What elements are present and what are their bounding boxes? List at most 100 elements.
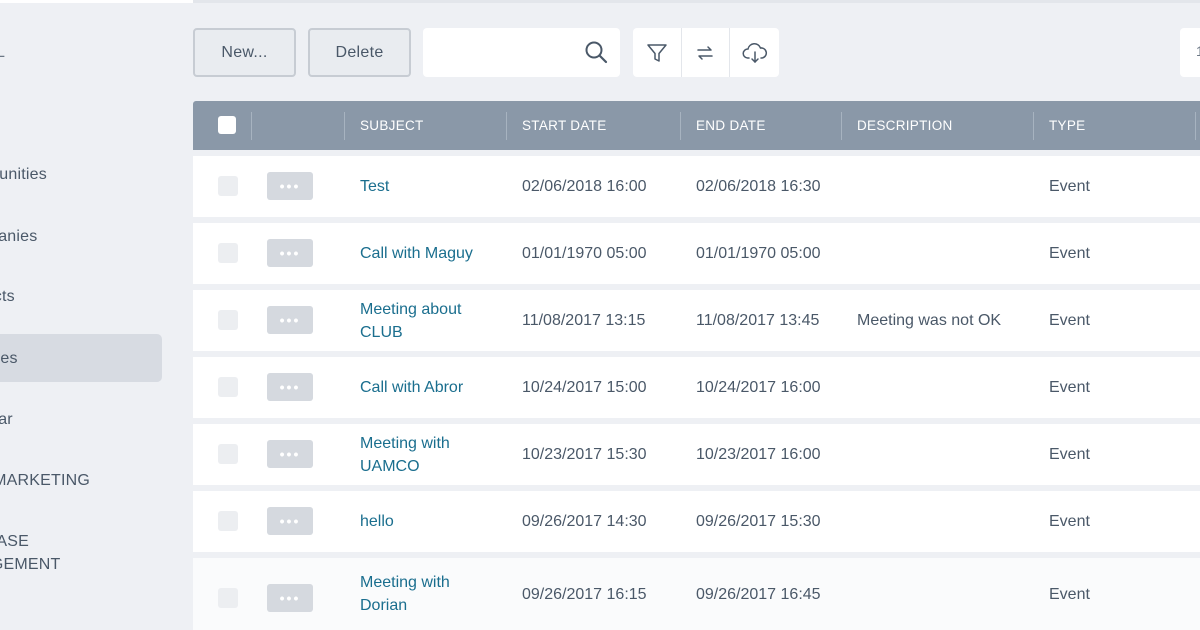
list-tools xyxy=(633,28,779,77)
cell-type: Event xyxy=(1049,446,1090,463)
cell-subject[interactable]: Test xyxy=(360,156,389,217)
cell-start-date: 09/26/2017 14:30 xyxy=(522,513,647,530)
subject-line2[interactable]: UAMCO xyxy=(360,455,450,478)
column-header-subject[interactable]: SUBJECT xyxy=(360,101,424,150)
sidebar-item-label: tacts xyxy=(0,287,15,305)
column-separator xyxy=(1195,112,1196,140)
sidebar-item-label: npanies xyxy=(0,227,38,245)
row-checkbox[interactable] xyxy=(218,310,238,330)
new-button[interactable]: New... xyxy=(193,28,296,77)
row-checkbox[interactable] xyxy=(218,243,238,263)
column-separator xyxy=(841,112,842,140)
sidebar-item-companies[interactable]: npanies xyxy=(0,212,162,260)
row-actions-button[interactable]: ••• xyxy=(267,306,313,334)
subject-line1[interactable]: Call with Maguy xyxy=(360,245,473,262)
cell-end-date: 10/23/2017 16:00 xyxy=(696,446,821,463)
cell-subject[interactable]: hello xyxy=(360,491,394,552)
column-header-start-date[interactable]: START DATE xyxy=(522,101,607,150)
cell-description: Meeting was not OK xyxy=(857,312,1002,329)
cell-type: Event xyxy=(1049,178,1090,195)
cell-subject[interactable]: Call with Abror xyxy=(360,357,463,418)
search-input[interactable] xyxy=(435,40,575,65)
table-header: SUBJECT START DATE END DATE DESCRIPTION … xyxy=(193,101,1200,150)
table-row[interactable]: ••• Call with Maguy 01/01/1970 05:00 01/… xyxy=(193,223,1200,284)
table-row[interactable]: ••• Meeting about CLUB 11/08/2017 13:15 1… xyxy=(193,290,1200,351)
sidebar-item-email-marketing[interactable]: L MARKETING xyxy=(0,456,162,504)
row-actions-button[interactable]: ••• xyxy=(267,172,313,200)
column-header-description[interactable]: DESCRIPTION xyxy=(857,101,953,150)
sidebar-item-case-management[interactable]: /CASE AGEMENT xyxy=(0,529,162,577)
download-cloud-icon[interactable] xyxy=(730,28,779,77)
subject-line1[interactable]: Call with Abror xyxy=(360,379,463,396)
search-icon[interactable] xyxy=(584,40,608,69)
sidebar-item-activities[interactable]: vities xyxy=(0,334,162,382)
subject-line2[interactable]: Dorian xyxy=(360,594,450,617)
main-content: New... Delete 1 SUBJECT START DATE END D… xyxy=(193,0,1200,630)
sidebar-item-label: L MARKETING xyxy=(0,471,91,489)
cell-subject[interactable]: Meeting with Dorian xyxy=(360,558,450,630)
sidebar-top-bar xyxy=(0,0,193,3)
sidebar-item-leads[interactable]: ds xyxy=(0,89,162,137)
row-actions-button[interactable]: ••• xyxy=(267,507,313,535)
subject-line1[interactable]: Meeting about xyxy=(360,298,461,321)
column-separator xyxy=(1033,112,1034,140)
table-row[interactable]: ••• Meeting with Dorian 09/26/2017 16:15 … xyxy=(193,558,1200,630)
row-checkbox[interactable] xyxy=(218,377,238,397)
subject-line2[interactable]: CLUB xyxy=(360,321,461,344)
row-checkbox[interactable] xyxy=(218,588,238,608)
table-row[interactable]: ••• Test 02/06/2018 16:00 02/06/2018 16:… xyxy=(193,156,1200,217)
sidebar-logo-fragment: L xyxy=(0,44,5,61)
sidebar: L ds ortunities npanies tacts vities nda… xyxy=(0,0,193,630)
column-separator xyxy=(344,112,345,140)
table-row[interactable]: ••• hello 09/26/2017 14:30 09/26/2017 15… xyxy=(193,491,1200,552)
cell-start-date: 02/06/2018 16:00 xyxy=(522,178,647,195)
row-actions-button[interactable]: ••• xyxy=(267,440,313,468)
cell-subject[interactable]: Call with Maguy xyxy=(360,223,473,284)
sidebar-item-label-line2: AGEMENT xyxy=(0,556,61,573)
cell-subject[interactable]: Meeting about CLUB xyxy=(360,290,461,351)
sidebar-item-label: ortunities xyxy=(0,165,47,183)
select-all-checkbox[interactable] xyxy=(218,116,236,134)
table-row[interactable]: ••• Meeting with UAMCO 10/23/2017 15:30 1… xyxy=(193,424,1200,485)
cell-type: Event xyxy=(1049,379,1090,396)
cell-start-date: 10/24/2017 15:00 xyxy=(522,379,647,396)
column-header-end-date[interactable]: END DATE xyxy=(696,101,766,150)
filter-icon[interactable] xyxy=(633,28,682,77)
delete-button[interactable]: Delete xyxy=(308,28,411,77)
sidebar-item-label: ndar xyxy=(0,410,13,428)
cell-subject[interactable]: Meeting with UAMCO xyxy=(360,424,450,485)
cell-type: Event xyxy=(1049,312,1090,329)
subject-line1[interactable]: Meeting with xyxy=(360,432,450,455)
row-checkbox[interactable] xyxy=(218,511,238,531)
sidebar-item-opportunities[interactable]: ortunities xyxy=(0,150,162,198)
subject-line1[interactable]: hello xyxy=(360,513,394,530)
sidebar-item-contacts[interactable]: tacts xyxy=(0,272,162,320)
cell-start-date: 01/01/1970 05:00 xyxy=(522,245,647,262)
cell-end-date: 09/26/2017 15:30 xyxy=(696,513,821,530)
cell-end-date: 01/01/1970 05:00 xyxy=(696,245,821,262)
table-row[interactable]: ••• Call with Abror 10/24/2017 15:00 10/… xyxy=(193,357,1200,418)
cell-end-date: 09/26/2017 16:45 xyxy=(696,585,821,603)
pagination-box[interactable]: 1 xyxy=(1180,28,1200,77)
sidebar-item-label-line1: /CASE xyxy=(0,533,30,550)
refresh-icon[interactable] xyxy=(682,28,731,77)
row-checkbox[interactable] xyxy=(218,176,238,196)
cell-end-date: 11/08/2017 13:45 xyxy=(696,312,820,329)
row-actions-button[interactable]: ••• xyxy=(267,239,313,267)
sidebar-item-label: /CASE AGEMENT xyxy=(0,530,61,576)
cell-start-date: 10/23/2017 15:30 xyxy=(522,446,647,463)
cell-type: Event xyxy=(1049,585,1090,603)
row-actions-button[interactable]: ••• xyxy=(267,373,313,401)
subject-line1[interactable]: Test xyxy=(360,178,389,195)
sidebar-item-calendar[interactable]: ndar xyxy=(0,395,162,443)
column-separator xyxy=(251,112,252,140)
search-box xyxy=(423,28,620,77)
cell-end-date: 02/06/2018 16:30 xyxy=(696,178,821,195)
cell-end-date: 10/24/2017 16:00 xyxy=(696,379,821,396)
cell-start-date: 11/08/2017 13:15 xyxy=(522,312,646,329)
column-header-type[interactable]: TYPE xyxy=(1049,101,1085,150)
row-checkbox[interactable] xyxy=(218,444,238,464)
subject-line1[interactable]: Meeting with xyxy=(360,571,450,594)
cell-start-date: 09/26/2017 16:15 xyxy=(522,585,647,603)
row-actions-button[interactable]: ••• xyxy=(267,584,313,612)
